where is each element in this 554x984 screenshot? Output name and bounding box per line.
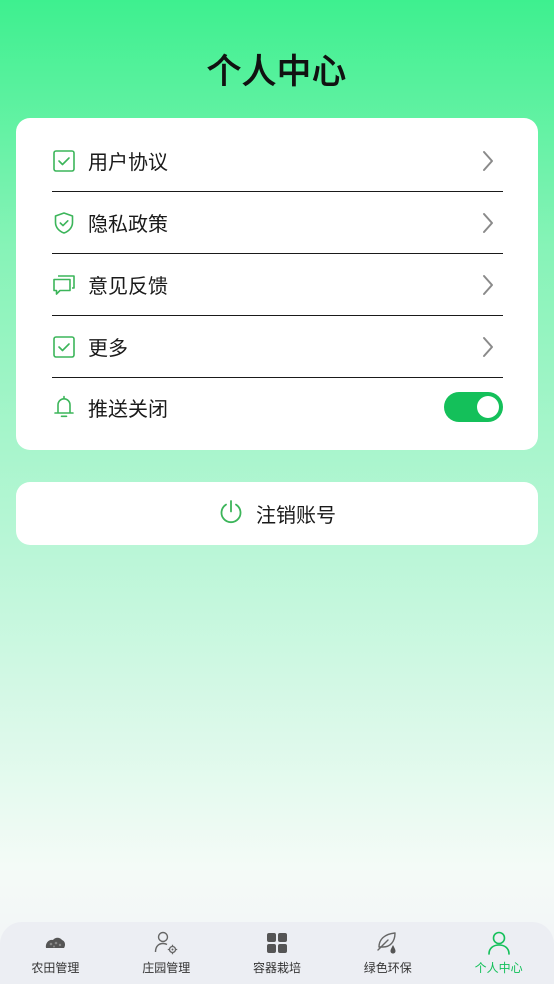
- tab-label: 农田管理: [31, 961, 80, 975]
- toggle-knob: [477, 396, 499, 418]
- tab-estate[interactable]: 庄园管理: [111, 922, 222, 984]
- chat-bubbles-icon: [52, 273, 76, 297]
- menu-item-privacy-policy[interactable]: 隐私政策: [52, 192, 503, 254]
- menu-item-label: 更多: [88, 336, 128, 360]
- chevron-right-icon: [483, 151, 493, 171]
- checkbox-icon: [52, 335, 76, 359]
- menu-item-label: 用户协议: [88, 150, 168, 174]
- tab-green-eco[interactable]: 绿色环保: [332, 922, 443, 984]
- logout-label: 注销账号: [256, 503, 336, 527]
- logout-button[interactable]: 注销账号: [16, 482, 538, 545]
- push-toggle[interactable]: [444, 392, 503, 422]
- user-gear-icon: [153, 930, 179, 956]
- grid-icon: [264, 930, 290, 956]
- menu-item-push-notifications: 推送关闭: [52, 376, 503, 438]
- menu-item-more[interactable]: 更多: [52, 316, 503, 378]
- menu-item-user-agreement[interactable]: 用户协议: [52, 130, 503, 192]
- checkbox-icon: [52, 149, 76, 173]
- leaf-drop-icon: [375, 930, 401, 956]
- page-title: 个人中心: [207, 52, 347, 92]
- menu-item-label: 推送关闭: [88, 396, 168, 421]
- tab-farmland[interactable]: 农田管理: [0, 922, 111, 984]
- shield-check-icon: [52, 211, 76, 235]
- chevron-right-icon: [483, 337, 493, 357]
- menu-item-label: 隐私政策: [88, 212, 168, 236]
- tab-label: 绿色环保: [363, 961, 412, 975]
- tab-label: 庄园管理: [142, 961, 191, 975]
- tab-label: 容器栽培: [252, 961, 301, 975]
- bottom-tab-bar: 农田管理 庄园管理 容器栽培 绿色环保 个人中心: [0, 922, 554, 984]
- power-icon: [218, 499, 244, 529]
- soil-icon: [42, 930, 68, 956]
- menu-item-label: 意见反馈: [88, 274, 168, 298]
- chevron-right-icon: [483, 213, 493, 233]
- tab-profile[interactable]: 个人中心: [443, 922, 554, 984]
- menu-item-feedback[interactable]: 意见反馈: [52, 254, 503, 316]
- tab-container-cultivation[interactable]: 容器栽培: [222, 922, 333, 984]
- user-icon: [486, 930, 512, 956]
- tab-label: 个人中心: [474, 961, 523, 975]
- chevron-right-icon: [483, 275, 493, 295]
- settings-menu-card: 用户协议 隐私政策 意见反馈 更多 推送关闭: [16, 118, 538, 450]
- bell-icon: [52, 395, 76, 419]
